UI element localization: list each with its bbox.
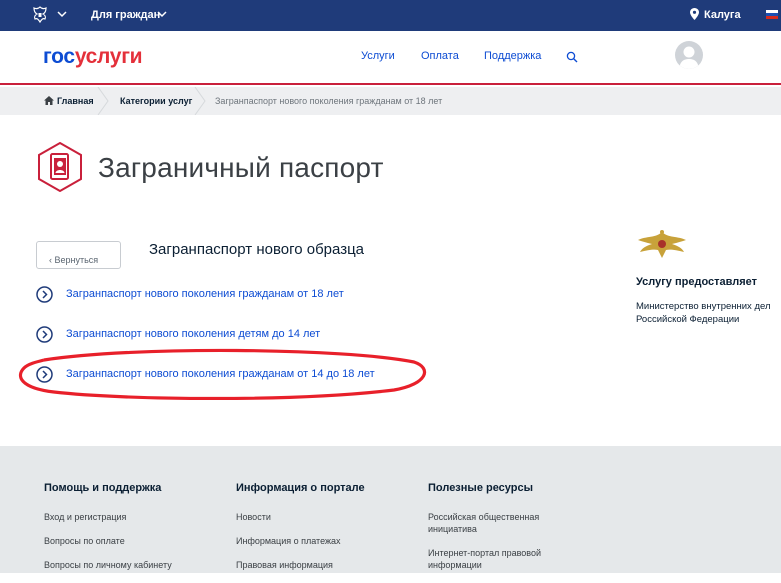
site-header: госуслуги Услуги Оплата Поддержка: [0, 31, 781, 85]
footer-column-title: Полезные ресурсы: [428, 482, 534, 494]
search-icon[interactable]: [566, 51, 578, 63]
footer-link[interactable]: Новости: [236, 511, 365, 523]
agency-line-1[interactable]: Министерство внутренних дел: [636, 300, 781, 313]
breadcrumb-separator-icon: [97, 87, 109, 115]
footer-column-help: Помощь и поддержка Вход и регистрация Во…: [44, 482, 172, 583]
footer-link[interactable]: Российская общественная инициатива: [428, 511, 568, 535]
chevron-down-icon[interactable]: [156, 8, 168, 20]
logo-part-1: гос: [43, 45, 75, 68]
nav-support[interactable]: Поддержка: [484, 50, 541, 62]
passport-icon: [38, 142, 82, 192]
page-title: Заграничный паспорт: [98, 152, 384, 183]
footer-column-resources: Полезные ресурсы Российская общественная…: [428, 482, 568, 583]
provider-agency[interactable]: Министерство внутренних дел Российской Ф…: [636, 300, 781, 326]
mvd-emblem-icon: [638, 230, 686, 258]
nav-payment[interactable]: Оплата: [421, 50, 459, 62]
nav-services[interactable]: Услуги: [361, 50, 395, 62]
coat-of-arms-icon[interactable]: [30, 5, 50, 25]
chevron-circle-right-icon: [36, 286, 53, 303]
footer-link[interactable]: Вход и регистрация: [44, 511, 172, 523]
gosuslugi-logo[interactable]: госуслуги: [43, 45, 143, 69]
russian-flag-icon[interactable]: [766, 10, 778, 19]
breadcrumb: Главная Категории услуг Загранпаспорт но…: [0, 87, 781, 115]
user-silhouette-icon: [679, 46, 699, 69]
agency-line-2[interactable]: Российской Федерации: [636, 313, 781, 326]
footer-column-title: Информация о портале: [236, 482, 365, 494]
footer-link[interactable]: Информация о платежах: [236, 535, 365, 547]
breadcrumb-current: Загранпаспорт нового поколения гражданам…: [215, 96, 443, 106]
footer-link[interactable]: Вопросы по оплате: [44, 535, 172, 547]
chevron-circle-right-icon: [36, 326, 53, 343]
footer-link[interactable]: Интернет-портал правовой информации: [428, 547, 568, 571]
region-selector[interactable]: Калуга: [704, 9, 741, 21]
location-pin-icon: [690, 8, 699, 20]
footer-column-info: Информация о портале Новости Информация …: [236, 482, 365, 583]
breadcrumb-separator-icon: [194, 87, 206, 115]
service-link-label[interactable]: Загранпаспорт нового поколения детям до …: [66, 328, 320, 340]
breadcrumb-categories[interactable]: Категории услуг: [120, 96, 192, 106]
red-highlight-oval: [18, 348, 426, 400]
service-link-label[interactable]: Загранпаспорт нового поколения гражданам…: [66, 288, 344, 300]
top-bar: Для граждан Калуга: [0, 0, 781, 31]
audience-selector[interactable]: Для граждан: [91, 9, 160, 21]
footer-link[interactable]: Вопросы по личному кабинету: [44, 559, 172, 571]
footer-link[interactable]: Правовая информация: [236, 559, 365, 571]
back-button-label: Вернуться: [54, 254, 99, 265]
breadcrumb-home[interactable]: Главная: [57, 96, 94, 106]
provider-label: Услугу предоставляет: [636, 276, 758, 288]
site-footer: Помощь и поддержка Вход и регистрация Во…: [0, 446, 781, 573]
footer-column-title: Помощь и поддержка: [44, 482, 162, 494]
chevron-down-icon[interactable]: [56, 8, 68, 20]
user-avatar[interactable]: [675, 41, 703, 69]
section-title: Загранпаспорт нового образца: [149, 241, 365, 258]
back-button[interactable]: ‹ Вернуться: [36, 241, 121, 269]
logo-part-2: услуги: [74, 45, 143, 68]
home-icon: [44, 96, 54, 105]
